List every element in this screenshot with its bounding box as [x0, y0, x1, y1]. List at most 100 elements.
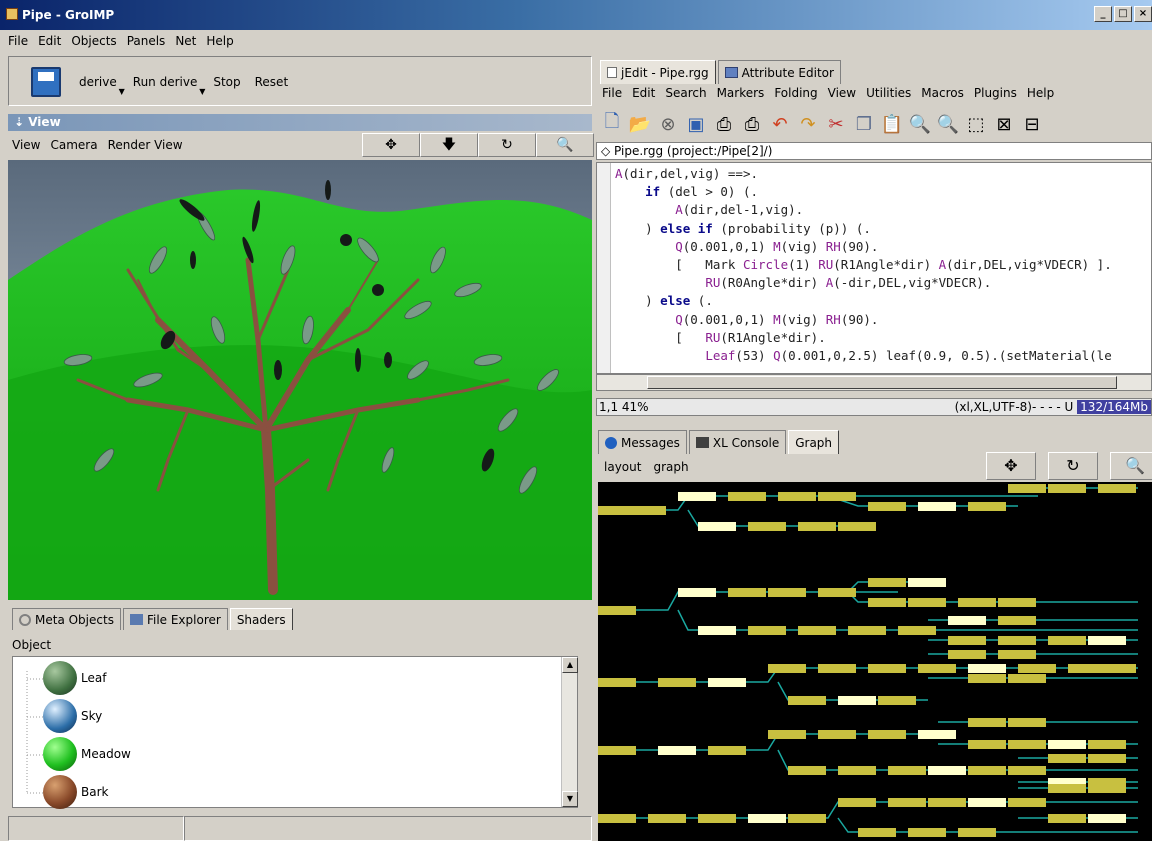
zoom-tool-icon[interactable]: 🔍 — [536, 133, 594, 157]
shader-list-scrollbar[interactable]: ▲ ▼ — [561, 657, 578, 807]
graph-node[interactable] — [1088, 740, 1126, 749]
tab-graph[interactable]: Graph — [788, 430, 840, 454]
graph-node[interactable] — [628, 506, 666, 515]
graph-node[interactable] — [1018, 664, 1056, 673]
graph-node[interactable] — [598, 746, 636, 755]
graph-node[interactable] — [928, 798, 966, 807]
graph-node[interactable] — [958, 598, 996, 607]
graph-node[interactable] — [728, 588, 766, 597]
run-derive-dropdown[interactable]: Run derive ▼ — [133, 75, 206, 96]
graph-node[interactable] — [768, 664, 806, 673]
graph-node[interactable] — [658, 746, 696, 755]
graph-node[interactable] — [788, 814, 826, 823]
new-file-icon[interactable]: 🗋 — [600, 111, 624, 136]
graph-node[interactable] — [748, 814, 786, 823]
graph-node[interactable] — [1048, 754, 1086, 763]
graph-node[interactable] — [888, 798, 926, 807]
graph-node[interactable] — [878, 696, 916, 705]
derive-dropdown[interactable]: derive ▼ — [79, 75, 125, 96]
shader-item-meadow[interactable]: Meadow — [43, 737, 131, 771]
graph-node[interactable] — [868, 664, 906, 673]
graph-node[interactable] — [868, 578, 906, 587]
graph-node[interactable] — [1088, 754, 1126, 763]
graph-node[interactable] — [598, 814, 636, 823]
split-horizontal-icon[interactable]: ⊟ — [1020, 112, 1044, 136]
graph-node[interactable] — [1098, 484, 1136, 493]
editor-menu-search[interactable]: Search — [665, 86, 706, 100]
graph-node[interactable] — [818, 492, 856, 501]
editor-menu-file[interactable]: File — [602, 86, 622, 100]
editor-menu-help[interactable]: Help — [1027, 86, 1054, 100]
graph-node[interactable] — [918, 664, 956, 673]
graph-node[interactable] — [908, 598, 946, 607]
graph-node[interactable] — [868, 730, 906, 739]
graph-node[interactable] — [968, 798, 1006, 807]
graph-node[interactable] — [748, 522, 786, 531]
print-icon[interactable]: ⎙ — [712, 112, 736, 136]
tab-xl-console[interactable]: XL Console — [688, 430, 787, 454]
graph-node[interactable] — [648, 814, 686, 823]
tab-messages[interactable]: Messages — [598, 430, 687, 454]
graph-node[interactable] — [658, 678, 696, 687]
editor-menu-view[interactable]: View — [828, 86, 856, 100]
graph-node[interactable] — [778, 492, 816, 501]
graph-node[interactable] — [868, 502, 906, 511]
scroll-down-icon[interactable]: ▼ — [562, 791, 578, 807]
menu-objects[interactable]: Objects — [71, 34, 116, 48]
view-menu-render-view[interactable]: Render View — [108, 138, 183, 152]
buffer-path[interactable]: ◇ Pipe.rgg (project:/Pipe[2]/) — [596, 142, 1152, 160]
graph-node[interactable] — [918, 502, 956, 511]
graph-node[interactable] — [948, 650, 986, 659]
editor-horizontal-scrollbar[interactable] — [596, 374, 1152, 391]
graph-node[interactable] — [1008, 484, 1046, 493]
shader-item-bark[interactable]: Bark — [43, 775, 108, 809]
graph-menu-layout[interactable]: layout — [604, 460, 641, 474]
graph-node[interactable] — [1008, 798, 1046, 807]
graph-node[interactable] — [968, 740, 1006, 749]
graph-node[interactable] — [798, 522, 836, 531]
view-menu-camera[interactable]: Camera — [50, 138, 97, 152]
graph-node[interactable] — [848, 626, 886, 635]
graph-node[interactable] — [998, 636, 1036, 645]
find-next-icon[interactable]: 🔍 — [936, 112, 960, 136]
editor-menu-edit[interactable]: Edit — [632, 86, 655, 100]
graph-node[interactable] — [958, 828, 996, 837]
graph-canvas[interactable] — [598, 482, 1152, 841]
menu-help[interactable]: Help — [206, 34, 233, 48]
editor-menu-plugins[interactable]: Plugins — [974, 86, 1017, 100]
graph-node[interactable] — [998, 616, 1036, 625]
stop-button[interactable]: Stop — [213, 75, 240, 89]
save-icon[interactable] — [31, 67, 61, 97]
graph-node[interactable] — [928, 766, 966, 775]
graph-node[interactable] — [698, 522, 736, 531]
graph-node[interactable] — [968, 766, 1006, 775]
graph-node[interactable] — [798, 626, 836, 635]
graph-node[interactable] — [598, 678, 636, 687]
graph-node[interactable] — [838, 696, 876, 705]
graph-node[interactable] — [968, 718, 1006, 727]
graph-node[interactable] — [698, 814, 736, 823]
shader-item-leaf[interactable]: Leaf — [43, 661, 106, 695]
redo-icon[interactable]: ↷ — [796, 112, 820, 136]
scroll-thumb[interactable] — [647, 376, 1117, 389]
tab-meta-objects[interactable]: Meta Objects — [12, 608, 121, 630]
graph-node[interactable] — [1098, 664, 1136, 673]
graph-node[interactable] — [1048, 484, 1086, 493]
menu-net[interactable]: Net — [175, 34, 196, 48]
memory-indicator[interactable]: 132/164Mb — [1077, 400, 1151, 414]
graph-node[interactable] — [1048, 636, 1086, 645]
copy-icon[interactable]: ❐ — [852, 112, 876, 136]
rotate-tool-icon[interactable]: ↻ — [478, 133, 536, 157]
graph-node[interactable] — [968, 664, 1006, 673]
graph-node[interactable] — [698, 626, 736, 635]
graph-menu-graph[interactable]: graph — [653, 460, 688, 474]
scroll-up-icon[interactable]: ▲ — [562, 657, 578, 673]
graph-node[interactable] — [1008, 766, 1046, 775]
find-icon[interactable]: 🔍 — [908, 112, 932, 136]
shader-item-sky[interactable]: Sky — [43, 699, 102, 733]
graph-node[interactable] — [728, 492, 766, 501]
graph-node[interactable] — [968, 502, 1006, 511]
minimize-button[interactable]: _ — [1094, 6, 1112, 22]
graph-node[interactable] — [708, 678, 746, 687]
view-menu-view[interactable]: View — [12, 138, 40, 152]
